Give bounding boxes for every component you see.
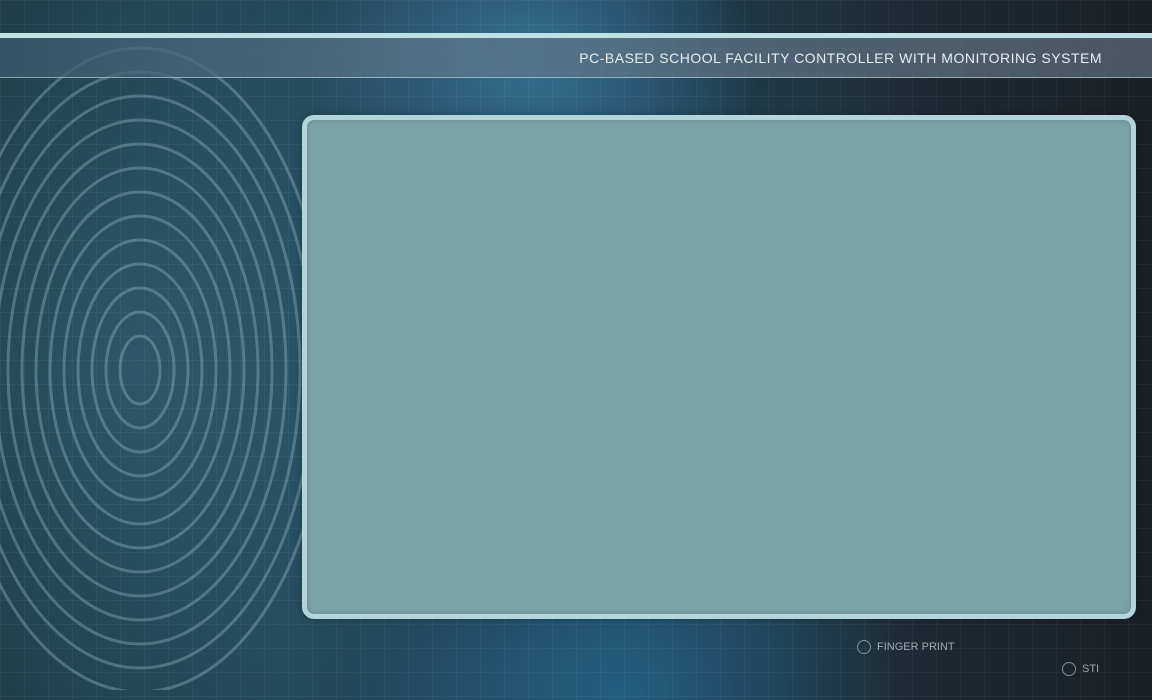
option-label: FINGER PRINT xyxy=(877,641,955,653)
page-title: PC-BASED SCHOOL FACILITY CONTROLLER WITH… xyxy=(579,50,1102,66)
radio-icon[interactable] xyxy=(1062,662,1076,676)
radio-icon[interactable] xyxy=(857,640,871,654)
option-label: STI xyxy=(1082,663,1100,675)
fingerprint-graphic xyxy=(0,46,320,690)
main-content-panel xyxy=(302,115,1136,619)
option-sti[interactable]: STI xyxy=(1062,662,1099,676)
option-finger-print[interactable]: FINGER PRINT xyxy=(857,640,955,654)
